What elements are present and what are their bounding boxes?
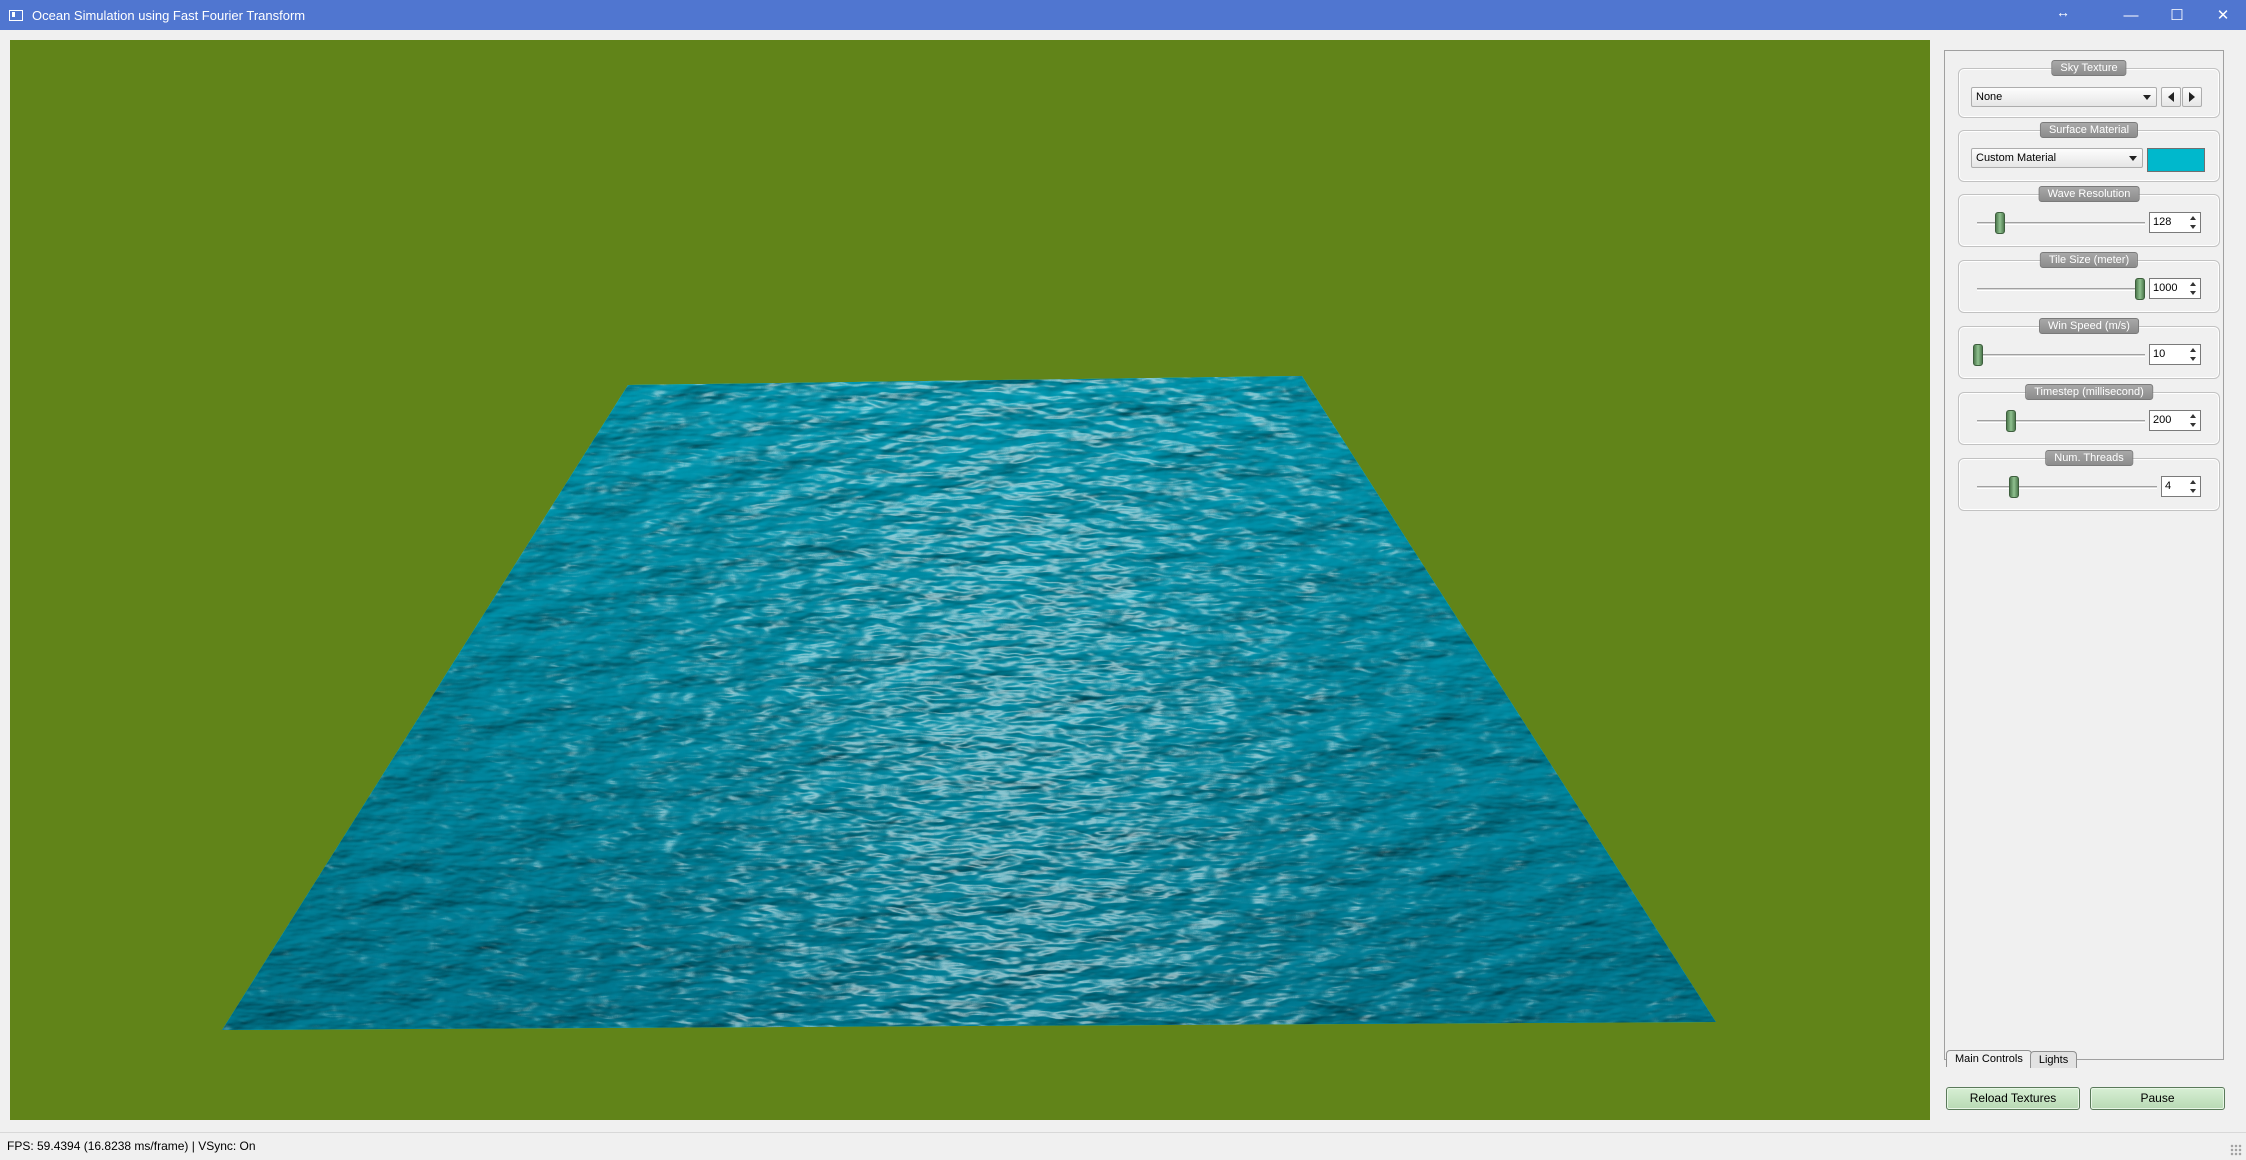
timestep-spinbox[interactable]: 200 — [2149, 410, 2201, 431]
sky-texture-value: None — [1976, 91, 2003, 103]
num-threads-value: 4 — [2165, 480, 2172, 492]
sky-texture-prev-button[interactable] — [2161, 87, 2181, 107]
tile-size-spinbox[interactable]: 1000 — [2149, 278, 2201, 299]
resize-hint-icon: ↔ — [2056, 4, 2070, 20]
wind-speed-slider-track[interactable] — [1977, 354, 2145, 357]
sky-texture-group: Sky Texture None — [1958, 60, 2220, 118]
fps-status-text: FPS: 59.4394 (16.8238 ms/frame) | VSync:… — [7, 1139, 256, 1153]
spin-up-icon — [2190, 480, 2196, 484]
tile-size-group: Tile Size (meter) 1000 — [1958, 252, 2220, 313]
close-button[interactable]: ✕ — [2200, 0, 2246, 30]
window-title: Ocean Simulation using Fast Fourier Tran… — [32, 7, 306, 23]
spin-down-icon — [2190, 225, 2196, 229]
num-threads-spinbox[interactable]: 4 — [2161, 476, 2201, 497]
spin-down-icon — [2190, 489, 2196, 493]
sky-texture-select[interactable]: None — [1971, 87, 2157, 107]
tab-main-controls[interactable]: Main Controls — [1946, 1050, 2032, 1067]
spin-arrows[interactable] — [2187, 412, 2199, 429]
spin-arrows[interactable] — [2187, 478, 2199, 495]
tile-size-title: Tile Size (meter) — [2039, 252, 2139, 268]
maximize-button[interactable]: ☐ — [2154, 0, 2200, 30]
timestep-group: Timestep (millisecond) 200 — [1958, 384, 2220, 445]
spin-arrows[interactable] — [2187, 214, 2199, 231]
spin-arrows[interactable] — [2187, 346, 2199, 363]
size-grip-icon[interactable] — [2230, 1144, 2242, 1156]
num-threads-group: Num. Threads 4 — [1958, 450, 2220, 511]
wind-speed-value: 10 — [2153, 348, 2166, 360]
sky-texture-title: Sky Texture — [2051, 60, 2127, 76]
spin-up-icon — [2190, 216, 2196, 220]
surface-material-select[interactable]: Custom Material — [1971, 148, 2143, 168]
wind-speed-spinbox[interactable]: 10 — [2149, 344, 2201, 365]
surface-material-value: Custom Material — [1976, 152, 2057, 164]
wave-resolution-spinbox[interactable]: 128 — [2149, 212, 2201, 233]
control-panel: Sky Texture None Surface Material Custom… — [1944, 50, 2224, 1060]
surface-material-group: Surface Material Custom Material — [1958, 122, 2220, 182]
spin-up-icon — [2190, 348, 2196, 352]
material-color-swatch[interactable] — [2147, 148, 2205, 172]
wave-resolution-title: Wave Resolution — [2038, 186, 2140, 202]
num-threads-title: Num. Threads — [2045, 450, 2133, 466]
wind-speed-slider-thumb[interactable] — [1973, 344, 1983, 366]
timestep-value: 200 — [2153, 414, 2172, 426]
spin-down-icon — [2190, 357, 2196, 361]
spin-down-icon — [2190, 423, 2196, 427]
minimize-button[interactable]: — — [2108, 0, 2154, 30]
app-icon — [9, 9, 23, 21]
spin-arrows[interactable] — [2187, 280, 2199, 297]
tile-size-slider-thumb[interactable] — [2135, 278, 2145, 300]
ocean-viewport[interactable] — [10, 40, 1930, 1120]
timestep-title: Timestep (millisecond) — [2025, 384, 2153, 400]
timestep-slider-thumb[interactable] — [2006, 410, 2016, 432]
tile-size-slider-track[interactable] — [1977, 288, 2145, 291]
surface-material-title: Surface Material — [2039, 122, 2139, 138]
wave-resolution-value: 128 — [2153, 216, 2172, 228]
wind-speed-group: Win Speed (m/s) 10 — [1958, 318, 2220, 379]
num-threads-slider-thumb[interactable] — [2009, 476, 2019, 498]
panel-tabs: Main Controls Lights — [1946, 1050, 2078, 1068]
tile-size-value: 1000 — [2153, 282, 2178, 294]
wave-resolution-slider-thumb[interactable] — [1995, 212, 2005, 234]
status-bar: FPS: 59.4394 (16.8238 ms/frame) | VSync:… — [0, 1132, 2246, 1160]
arrow-right-icon — [2189, 92, 2195, 102]
spin-up-icon — [2190, 414, 2196, 418]
timestep-slider-track[interactable] — [1977, 420, 2145, 423]
wind-speed-title: Win Speed (m/s) — [2039, 318, 2139, 334]
spin-down-icon — [2190, 291, 2196, 295]
title-bar: Ocean Simulation using Fast Fourier Tran… — [0, 0, 2246, 30]
wave-resolution-group: Wave Resolution 128 — [1958, 186, 2220, 247]
chevron-down-icon — [2129, 156, 2137, 161]
num-threads-slider-track[interactable] — [1977, 486, 2157, 489]
ocean-surface-render — [222, 376, 1716, 1030]
tab-lights[interactable]: Lights — [2029, 1051, 2078, 1068]
chevron-down-icon — [2143, 95, 2151, 100]
sky-texture-next-button[interactable] — [2182, 87, 2202, 107]
reload-textures-button[interactable]: Reload Textures — [1946, 1087, 2080, 1110]
spin-up-icon — [2190, 282, 2196, 286]
arrow-left-icon — [2168, 92, 2174, 102]
pause-button[interactable]: Pause — [2090, 1087, 2225, 1110]
